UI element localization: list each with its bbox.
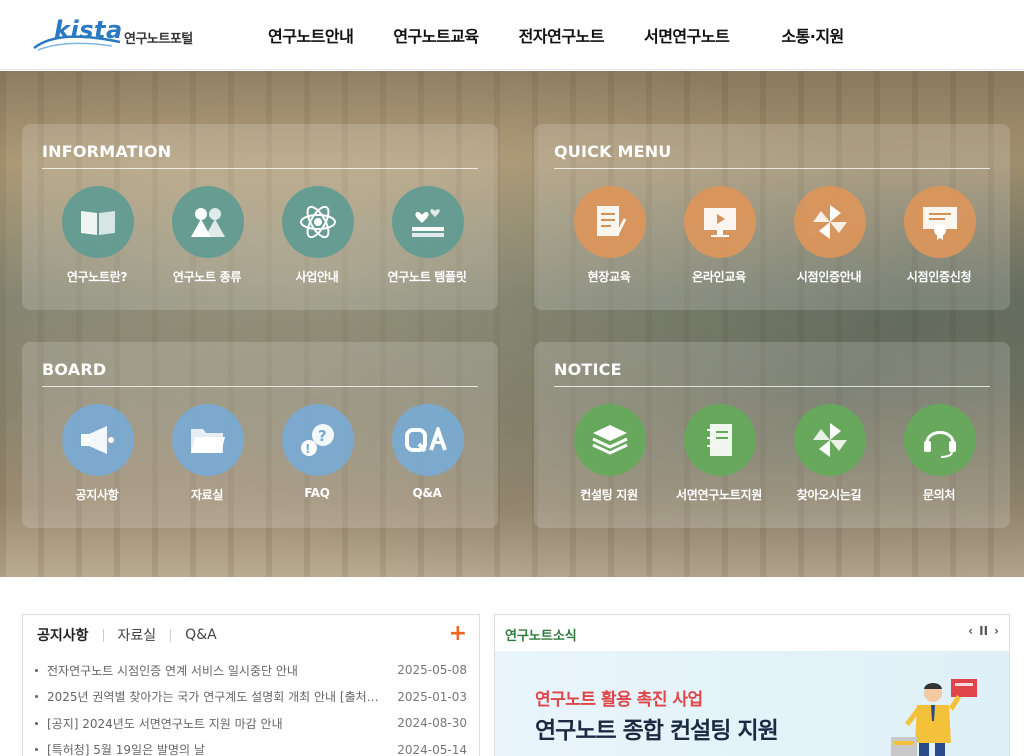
nav-item-education[interactable]: 연구노트교육 xyxy=(393,23,479,47)
tab-qa[interactable]: Q&A xyxy=(185,627,217,643)
news-tabs: 공지사항 자료실 Q&A xyxy=(37,625,217,645)
panel-divider xyxy=(554,168,990,169)
news-title: 전자연구노트 시점인증 연계 서비스 일시중단 안내 xyxy=(47,663,298,678)
slider-controls: ‹ II › xyxy=(968,624,999,638)
kista-logo-mark: kista xyxy=(32,12,122,56)
next-button[interactable]: › xyxy=(994,624,999,638)
tab-divider xyxy=(102,628,104,642)
tile-about-research-note[interactable]: 연구노트란? xyxy=(42,186,152,296)
information-panel: INFORMATION 연구노트란? 연구노트 종류 사업안내 연구노트 템플릿 xyxy=(22,124,498,310)
tile-contact[interactable]: 문의처 xyxy=(884,404,994,514)
banner-subtitle: 연구노트 활용 촉진 사업 xyxy=(535,690,703,710)
tile-timestamp-guide[interactable]: 시점인증안내 xyxy=(774,186,884,296)
presenter-illustration-icon xyxy=(891,679,977,756)
template-icon xyxy=(392,186,464,258)
book-icon xyxy=(62,186,134,258)
logo-word: kista xyxy=(54,16,123,44)
tile-label: Q&A xyxy=(412,486,442,500)
site-logo[interactable]: kista 연구노트포털 xyxy=(32,12,222,56)
faq-icon: ?! xyxy=(282,404,354,476)
tile-online-education[interactable]: 온라인교육 xyxy=(664,186,774,296)
list-item[interactable]: 전자연구노트 시점인증 연계 서비스 일시중단 안내 2025-05-08 xyxy=(35,657,467,684)
tile-consulting-support[interactable]: 컨설팅 지원 xyxy=(554,404,664,514)
tile-qa[interactable]: Q&A xyxy=(372,404,482,514)
panel-divider xyxy=(42,168,478,169)
promo-banner[interactable]: 연구노트 활용 촉진 사업 연구노트 종합 컨설팅 지원 xyxy=(495,651,1009,756)
notice-panel: NOTICE 컨설팅 지원 서면연구노트지원 찾아오시는길 문의처 xyxy=(534,342,1010,528)
tile-label: 연구노트 템플릿 xyxy=(387,270,467,284)
tile-onsite-education[interactable]: 현장교육 xyxy=(554,186,664,296)
bullet-icon xyxy=(35,721,38,725)
nav-item-written[interactable]: 서면연구노트 xyxy=(644,23,730,47)
bullet-icon xyxy=(35,748,38,752)
people-icon xyxy=(172,186,244,258)
news-date: 2024-08-30 xyxy=(397,716,467,731)
prev-button[interactable]: ‹ xyxy=(968,624,973,638)
atom-icon xyxy=(282,186,354,258)
tile-label: 시점인증신청 xyxy=(906,270,972,284)
news-title: 2025년 권역별 찾아가는 국가 연구계도 설명회 개최 안내 [출처: 한국… xyxy=(47,690,397,705)
nav-item-electronic[interactable]: 전자연구노트 xyxy=(519,23,605,47)
news-title: [공지] 2024년도 서면연구노트 지원 마감 안내 xyxy=(47,716,283,731)
news-list: 전자연구노트 시점인증 연계 서비스 일시중단 안내 2025-05-08 20… xyxy=(35,657,467,756)
monitor-icon xyxy=(684,186,756,258)
panel-divider xyxy=(42,386,478,387)
layers-icon xyxy=(574,404,646,476)
list-item[interactable]: [특허청] 5월 19일은 발명의 날 2024-05-14 xyxy=(35,737,467,756)
panel-title: INFORMATION xyxy=(42,142,172,161)
tile-label: 문의처 xyxy=(922,488,956,502)
tile-note-types[interactable]: 연구노트 종류 xyxy=(152,186,262,296)
research-note-news: 연구노트소식 ‹ II › 연구노트 활용 촉진 사업 연구노트 종합 컨설팅 … xyxy=(494,614,1010,756)
news-date: 2025-01-03 xyxy=(397,689,467,704)
svg-text:!: ! xyxy=(305,442,310,456)
tile-timestamp-apply[interactable]: 시점인증신청 xyxy=(884,186,994,296)
pinwheel-icon xyxy=(794,186,866,258)
notebook-icon xyxy=(684,404,756,476)
pinwheel-icon xyxy=(794,404,866,476)
list-item[interactable]: [공지] 2024년도 서면연구노트 지원 마감 안내 2024-08-30 xyxy=(35,710,467,737)
news-title: [특허청] 5월 19일은 발명의 날 xyxy=(47,743,205,756)
hero-section: INFORMATION 연구노트란? 연구노트 종류 사업안내 연구노트 템플릿 xyxy=(0,71,1024,577)
site-header: kista 연구노트포털 연구노트안내 연구노트교육 전자연구노트 서면연구노트… xyxy=(0,0,1024,70)
document-edit-icon xyxy=(574,186,646,258)
news-board: 공지사항 자료실 Q&A + 전자연구노트 시점인증 연계 서비스 일시중단 안… xyxy=(22,614,480,756)
tile-written-note-support[interactable]: 서면연구노트지원 xyxy=(664,404,774,514)
nav-item-guide[interactable]: 연구노트안내 xyxy=(268,23,354,47)
pause-button[interactable]: II xyxy=(979,624,988,638)
bullet-icon xyxy=(35,695,38,699)
folder-icon xyxy=(172,404,244,476)
section-title: 연구노트소식 xyxy=(505,629,577,644)
panel-title: QUICK MENU xyxy=(554,142,672,161)
news-date: 2025-05-08 xyxy=(397,663,467,678)
svg-text:?: ? xyxy=(318,427,327,445)
tile-faq[interactable]: ?! FAQ xyxy=(262,404,372,514)
qa-icon xyxy=(392,404,464,476)
tab-divider xyxy=(170,628,172,642)
tab-notice[interactable]: 공지사항 xyxy=(37,625,89,645)
panel-title: BOARD xyxy=(42,360,107,379)
megaphone-icon xyxy=(62,404,134,476)
nav-item-support[interactable]: 소통·지원 xyxy=(781,23,844,47)
main-nav: 연구노트안내 연구노트교육 전자연구노트 서면연구노트 소통·지원 xyxy=(248,0,844,70)
tab-archive[interactable]: 자료실 xyxy=(118,625,157,645)
banner-title: 연구노트 종합 컨설팅 지원 xyxy=(535,718,779,744)
tile-directions[interactable]: 찾아오시는길 xyxy=(774,404,884,514)
tile-note-template[interactable]: 연구노트 템플릿 xyxy=(372,186,482,296)
quick-menu-panel: QUICK MENU 현장교육 온라인교육 시점인증안내 시점인증신청 xyxy=(534,124,1010,310)
headset-icon xyxy=(904,404,976,476)
news-date: 2024-05-14 xyxy=(397,742,467,756)
certificate-icon xyxy=(904,186,976,258)
board-panel: BOARD 공지사항 자료실 ?! FAQ Q&A xyxy=(22,342,498,528)
tile-notice-board[interactable]: 공지사항 xyxy=(42,404,152,514)
bullet-icon xyxy=(35,668,38,672)
list-item[interactable]: 2025년 권역별 찾아가는 국가 연구계도 설명회 개최 안내 [출처: 한국… xyxy=(35,684,467,711)
tile-business-info[interactable]: 사업안내 xyxy=(262,186,372,296)
tile-archive[interactable]: 자료실 xyxy=(152,404,262,514)
more-button[interactable]: + xyxy=(449,621,467,646)
panel-divider xyxy=(554,386,990,387)
logo-text: 연구노트포털 xyxy=(124,31,193,47)
panel-title: NOTICE xyxy=(554,360,622,379)
